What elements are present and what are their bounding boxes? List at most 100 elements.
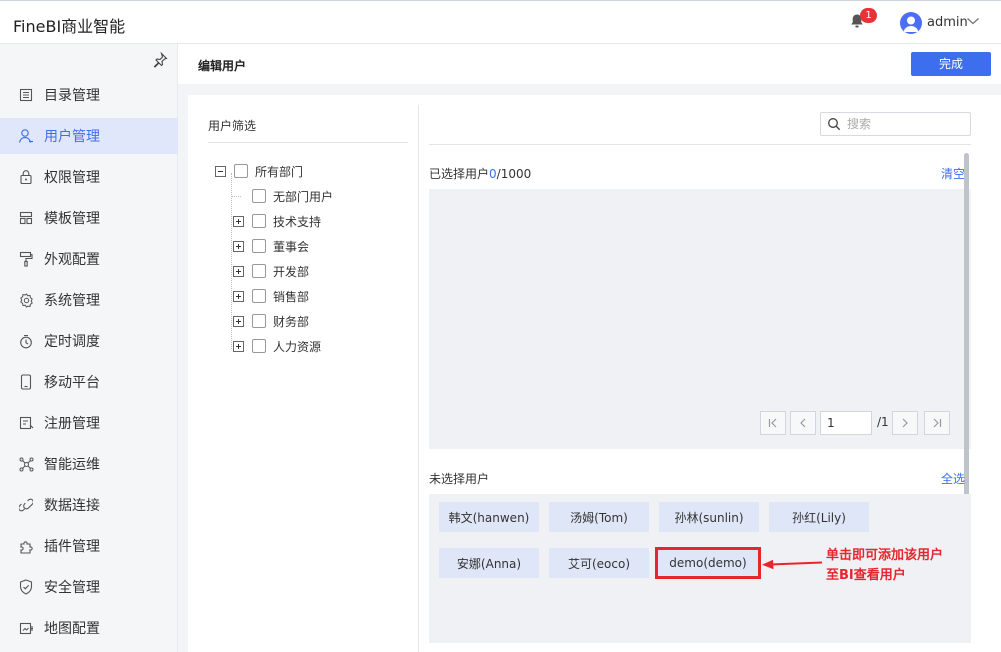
next-page-button[interactable] <box>892 411 918 435</box>
tree-node-label: 销售部 <box>273 289 310 304</box>
user-chip[interactable]: 韩文(hanwen) <box>439 502 539 532</box>
collapse-icon[interactable] <box>215 165 226 177</box>
checkbox[interactable] <box>252 314 266 328</box>
sidebar-item-users[interactable]: 用户管理 <box>0 118 178 154</box>
checkbox[interactable] <box>252 189 266 203</box>
selected-users-list <box>429 189 971 449</box>
sidebar-item-register[interactable]: 注册管理 <box>0 405 178 441</box>
shield-icon <box>18 579 34 595</box>
top-bar: FineBI商业智能 1 admin <box>0 0 1001 44</box>
mobile-icon <box>18 374 34 390</box>
selected-users-label: 已选择用户0/1000 <box>429 165 531 182</box>
annotation-text: 单击即可添加该用户 至BI查看用户 <box>826 546 943 586</box>
sidebar-item-label: 外观配置 <box>44 252 100 268</box>
user-name[interactable]: admin <box>927 15 968 30</box>
checkbox[interactable] <box>252 289 266 303</box>
selected-label-text: 已选择用户 <box>429 167 490 181</box>
template-icon <box>18 210 34 226</box>
tree-node-tech-support[interactable]: 技术支持 <box>233 212 321 230</box>
user-chip[interactable]: 安娜(Anna) <box>439 548 539 578</box>
pin-icon[interactable] <box>152 52 168 68</box>
tree-node-hr[interactable]: 人力资源 <box>233 337 321 355</box>
checkbox[interactable] <box>252 339 266 353</box>
sidebar-item-map[interactable]: 地图配置 <box>0 610 178 646</box>
tree-node-label: 技术支持 <box>273 214 322 229</box>
last-page-button[interactable] <box>924 411 950 435</box>
search-box[interactable] <box>820 112 971 136</box>
checkbox[interactable] <box>252 214 266 228</box>
page-number-input[interactable]: 1 <box>820 411 872 435</box>
sidebar-item-templates[interactable]: 模板管理 <box>0 200 178 236</box>
link-icon <box>18 497 34 513</box>
sidebar-item-label: 安全管理 <box>44 580 100 596</box>
expand-icon[interactable] <box>233 240 244 252</box>
gear-icon <box>18 292 34 308</box>
user-chip[interactable]: 孙林(sunlin) <box>659 502 759 532</box>
first-page-button[interactable] <box>760 411 786 435</box>
map-icon <box>18 620 34 636</box>
tree-node-label: 董事会 <box>273 239 310 254</box>
user-chip-demo[interactable]: demo(demo) <box>655 547 761 579</box>
tree-guide-line <box>231 196 241 197</box>
done-button[interactable]: 完成 <box>911 52 991 76</box>
user-chip[interactable]: 艾可(eoco) <box>549 548 649 578</box>
annotation-arrow <box>762 559 823 570</box>
tree-node-sales[interactable]: 销售部 <box>233 287 309 305</box>
prev-page-button[interactable] <box>790 411 816 435</box>
sidebar-item-label: 权限管理 <box>44 170 100 186</box>
sidebar-item-appearance[interactable]: 外观配置 <box>0 241 178 277</box>
expand-icon[interactable] <box>233 265 244 277</box>
checkbox[interactable] <box>234 164 248 178</box>
divider <box>429 144 971 145</box>
sidebar-item-mobile[interactable]: 移动平台 <box>0 364 178 400</box>
sidebar-item-ops[interactable]: 智能运维 <box>0 446 178 482</box>
sidebar-item-system[interactable]: 系统管理 <box>0 282 178 318</box>
clear-button[interactable]: 清空 <box>941 165 965 182</box>
tree-node-all-departments[interactable]: 所有部门 <box>215 162 303 180</box>
tree-node-development[interactable]: 开发部 <box>233 262 309 280</box>
divider <box>208 142 408 143</box>
checkbox[interactable] <box>252 239 266 253</box>
sidebar: 目录管理 用户管理 权限管理 模板管理 外观配置 系统管理 定时调度 移动平台 … <box>0 44 178 652</box>
selected-count: 0 <box>489 167 497 181</box>
sidebar-item-label: 智能运维 <box>44 457 100 473</box>
sidebar-item-label: 注册管理 <box>44 416 100 432</box>
sidebar-item-data-connection[interactable]: 数据连接 <box>0 487 178 523</box>
expand-icon[interactable] <box>233 290 244 302</box>
tree-node-finance[interactable]: 财务部 <box>233 312 309 330</box>
sidebar-item-label: 数据连接 <box>44 498 100 514</box>
expand-icon[interactable] <box>233 215 244 227</box>
search-input[interactable] <box>847 115 967 133</box>
unselected-users-label: 未选择用户 <box>429 472 490 486</box>
user-chip[interactable]: 孙红(Lily) <box>769 502 869 532</box>
sidebar-item-catalog[interactable]: 目录管理 <box>0 77 178 113</box>
register-icon <box>18 415 34 431</box>
avatar[interactable] <box>900 12 922 34</box>
chevron-right-icon <box>902 418 908 428</box>
tree-node-no-department[interactable]: 无部门用户 <box>252 187 333 205</box>
sidebar-item-security[interactable]: 安全管理 <box>0 569 178 605</box>
page-title: 编辑用户 <box>198 59 247 73</box>
expand-icon[interactable] <box>233 315 244 327</box>
annotation-line: 至BI查看用户 <box>826 568 906 583</box>
select-all-button[interactable]: 全选 <box>941 470 965 487</box>
network-icon <box>18 456 34 472</box>
tree-node-board[interactable]: 董事会 <box>233 237 309 255</box>
tree-node-label: 所有部门 <box>255 164 304 179</box>
user-icon <box>18 128 34 144</box>
notification-badge: 1 <box>860 8 877 23</box>
sidebar-item-schedule[interactable]: 定时调度 <box>0 323 178 359</box>
timer-icon <box>18 333 34 349</box>
search-icon <box>828 118 841 131</box>
sidebar-item-permissions[interactable]: 权限管理 <box>0 159 178 195</box>
puzzle-icon <box>18 538 34 554</box>
expand-icon[interactable] <box>233 340 244 352</box>
annotation-line: 单击即可添加该用户 <box>826 548 944 563</box>
checkbox[interactable] <box>252 264 266 278</box>
tree-node-label: 开发部 <box>273 264 310 279</box>
sidebar-item-plugins[interactable]: 插件管理 <box>0 528 178 564</box>
chevron-down-icon[interactable] <box>966 15 980 27</box>
sidebar-item-label: 目录管理 <box>44 88 100 104</box>
user-chip[interactable]: 汤姆(Tom) <box>549 502 649 532</box>
lock-icon <box>18 169 34 185</box>
